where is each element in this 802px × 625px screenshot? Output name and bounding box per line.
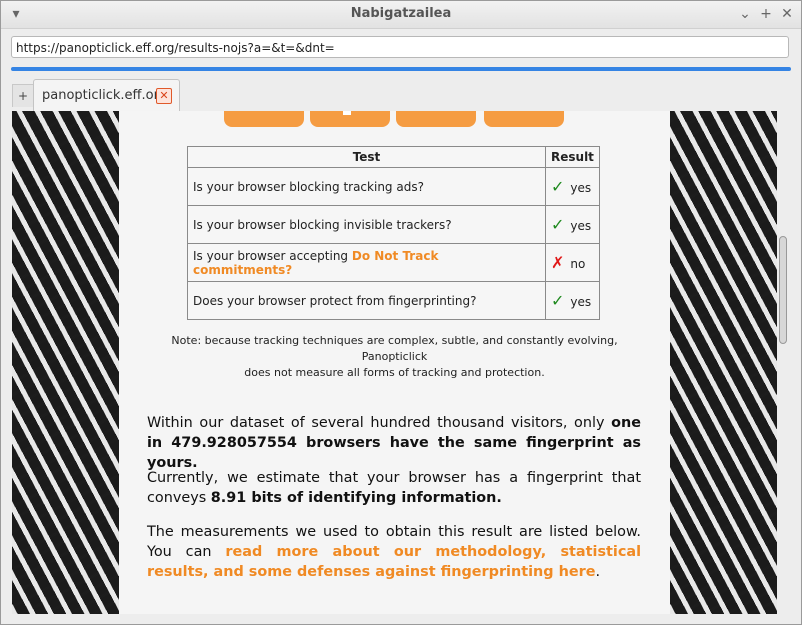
- address-bar[interactable]: https://panopticlick.eff.org/results-noj…: [11, 36, 789, 58]
- nav-button-3[interactable]: [396, 111, 476, 127]
- check-icon: ✓: [551, 291, 565, 310]
- title-bar: ▾ Nabigatzailea ⌄ + ✕: [1, 1, 801, 29]
- question-cell: Is your browser blocking tracking ads?: [187, 167, 546, 206]
- result-cell: ✓ yes: [545, 167, 600, 206]
- table-row: Is your browser accepting Do Not Track c…: [187, 243, 600, 282]
- note-line-1: Note: because tracking techniques are co…: [171, 334, 618, 363]
- summary-bits-value: 8.91 bits of identifying information.: [210, 490, 502, 506]
- tab-close-icon[interactable]: ✕: [156, 88, 172, 104]
- check-icon: ✓: [551, 177, 565, 196]
- note-line-2: does not measure all forms of tracking a…: [244, 366, 545, 379]
- nav-button-1[interactable]: [224, 111, 304, 127]
- tracking-note: Note: because tracking techniques are co…: [149, 333, 640, 381]
- results-panel: Test Result Is your browser blocking tra…: [119, 111, 670, 614]
- result-cell: ✓ yes: [545, 281, 600, 320]
- question-cell: Does your browser protect from fingerpri…: [187, 281, 546, 320]
- result-text: yes: [570, 181, 592, 195]
- check-icon: ✓: [551, 215, 565, 234]
- question-cell: Is your browser blocking invisible track…: [187, 205, 546, 244]
- new-tab-button[interactable]: +: [12, 84, 34, 107]
- question-text: Is your browser accepting: [193, 248, 352, 263]
- maximize-icon[interactable]: +: [757, 5, 775, 23]
- browser-window: ▾ Nabigatzailea ⌄ + ✕ https://panopticli…: [0, 0, 802, 625]
- summary-uniqueness-text: Within our dataset of several hundred th…: [147, 415, 612, 431]
- nav-button-2-icon: [343, 111, 351, 115]
- summary-bits: Currently, we estimate that your browser…: [147, 468, 641, 508]
- header-test: Test: [187, 146, 546, 168]
- result-cell: ✗ no: [545, 243, 600, 282]
- summary-measurements: The measurements we used to obtain this …: [147, 522, 641, 582]
- nav-button-4[interactable]: [484, 111, 564, 127]
- results-table: Test Result Is your browser blocking tra…: [187, 146, 600, 320]
- tab-panopticlick[interactable]: panopticlick.eff.org ✕: [33, 79, 180, 111]
- scrollbar-track[interactable]: [777, 111, 791, 614]
- result-text: yes: [570, 219, 592, 233]
- scrollbar-thumb[interactable]: [779, 236, 787, 344]
- table-row: Does your browser protect from fingerpri…: [187, 281, 600, 320]
- load-progress-bar: [11, 67, 791, 71]
- window-title: Nabigatzailea: [350, 6, 452, 21]
- summary-uniqueness: Within our dataset of several hundred th…: [147, 413, 641, 473]
- result-text: yes: [570, 295, 592, 309]
- close-icon[interactable]: ✕: [778, 5, 796, 23]
- table-row: Is your browser blocking invisible track…: [187, 205, 600, 244]
- minimize-icon[interactable]: ⌄: [736, 5, 754, 23]
- fingerprint-background-right: [670, 111, 777, 614]
- question-cell: Is your browser accepting Do Not Track c…: [187, 243, 546, 282]
- page-viewport: Test Result Is your browser blocking tra…: [12, 111, 777, 614]
- table-header-row: Test Result: [187, 146, 600, 168]
- nav-button-2[interactable]: [310, 111, 390, 127]
- table-row: Is your browser blocking tracking ads? ✓…: [187, 167, 600, 206]
- result-text: no: [570, 257, 586, 271]
- fingerprint-background-left: [12, 111, 119, 614]
- header-result: Result: [545, 146, 600, 168]
- tab-label: panopticlick.eff.org: [42, 88, 167, 103]
- cross-icon: ✗: [551, 253, 565, 272]
- result-cell: ✓ yes: [545, 205, 600, 244]
- summary-measurements-suffix: .: [595, 564, 601, 580]
